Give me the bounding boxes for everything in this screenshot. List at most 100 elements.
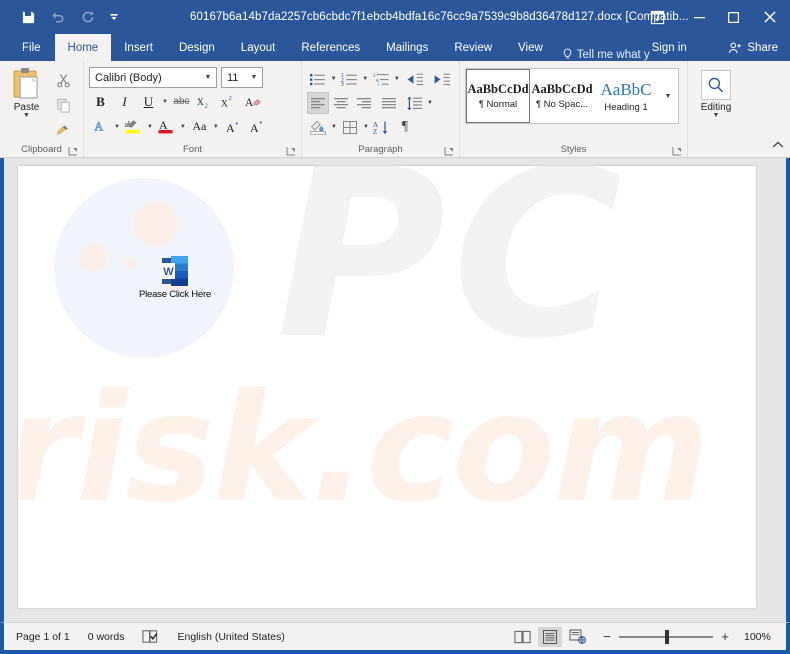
tab-home[interactable]: Home <box>54 34 112 61</box>
svg-text:3: 3 <box>341 82 344 87</box>
zoom-level[interactable]: 100% <box>744 631 778 643</box>
tab-review[interactable]: Review <box>441 34 505 61</box>
redo-icon[interactable] <box>74 5 102 29</box>
font-dialog-launcher-icon[interactable] <box>286 146 296 156</box>
tab-file[interactable]: File <box>8 34 55 61</box>
borders-button[interactable] <box>339 116 361 138</box>
shading-caret-icon[interactable]: ▼ <box>330 124 338 130</box>
clear-formatting-button[interactable]: A <box>242 90 265 113</box>
editing-button[interactable]: Editing ▼ <box>693 65 739 142</box>
word-count[interactable]: 0 words <box>88 631 125 643</box>
clipboard-dialog-launcher-icon[interactable] <box>68 146 78 156</box>
tab-design[interactable]: Design <box>166 34 228 61</box>
font-color-icon: A <box>158 118 173 134</box>
close-button[interactable] <box>750 0 790 34</box>
font-name-combobox[interactable]: Calibri (Body) ▼ <box>89 67 217 88</box>
watermark-dot-1 <box>133 202 177 246</box>
embedded-object[interactable]: W Please Click Here <box>130 256 220 300</box>
web-layout-button[interactable] <box>566 627 590 647</box>
styles-dialog-launcher-icon[interactable] <box>672 146 682 156</box>
multilevel-caret-icon[interactable]: ▼ <box>393 76 401 82</box>
tab-view[interactable]: View <box>505 34 556 61</box>
share-button[interactable]: Share <box>718 34 790 61</box>
tab-mailings[interactable]: Mailings <box>373 34 441 61</box>
paste-icon <box>13 68 38 99</box>
zoom-slider-thumb[interactable] <box>665 629 669 644</box>
style-no-spacing[interactable]: AaBbCcDd ¶ No Spac... <box>530 69 594 123</box>
language-status[interactable]: English (United States) <box>177 631 284 643</box>
change-case-button[interactable]: Aa <box>188 115 211 138</box>
styles-more-icon[interactable]: ▼ <box>658 69 678 123</box>
strikethrough-button[interactable]: abc <box>170 90 193 113</box>
subscript-button[interactable]: X2 <box>194 90 217 113</box>
highlight-caret-icon[interactable]: ▼ <box>146 124 154 130</box>
maximize-button[interactable] <box>716 0 750 34</box>
center-button[interactable] <box>330 92 352 114</box>
share-label: Share <box>747 41 778 54</box>
align-right-button[interactable] <box>353 92 375 114</box>
print-layout-button[interactable] <box>538 626 562 647</box>
shading-button[interactable] <box>307 116 329 138</box>
customize-qat-icon[interactable] <box>104 5 124 29</box>
increase-indent-button[interactable] <box>428 68 454 90</box>
line-spacing-caret-icon[interactable]: ▼ <box>426 100 434 106</box>
word-document-icon[interactable]: W <box>162 256 188 286</box>
multilevel-list-button[interactable]: 1ai <box>370 68 392 90</box>
numbering-button[interactable]: 123 <box>339 68 361 90</box>
editing-caret-icon[interactable]: ▼ <box>713 112 720 119</box>
undo-icon[interactable] <box>44 5 72 29</box>
underline-caret-icon[interactable]: ▼ <box>161 99 169 105</box>
document-page[interactable]: PC risk.com W Please Click Here <box>18 166 756 608</box>
page-count[interactable]: Page 1 of 1 <box>16 631 70 643</box>
collapse-ribbon-button[interactable] <box>772 140 784 153</box>
font-color-button[interactable]: A <box>155 115 178 138</box>
minimize-button[interactable] <box>682 0 716 34</box>
text-effects-caret-icon[interactable]: ▼ <box>113 124 121 130</box>
change-case-caret-icon[interactable]: ▼ <box>212 124 220 130</box>
proofing-status[interactable] <box>142 629 159 644</box>
superscript-button[interactable]: X2 <box>218 90 241 113</box>
style-normal[interactable]: AaBbCcDd ¶ Normal <box>466 69 530 123</box>
zoom-in-button[interactable]: + <box>720 629 730 644</box>
decrease-indent-button[interactable] <box>402 68 428 90</box>
align-left-button[interactable] <box>307 92 329 114</box>
font-size-combobox[interactable]: 11 ▼ <box>221 67 263 88</box>
tab-layout[interactable]: Layout <box>228 34 289 61</box>
paste-button[interactable]: Paste ▼ <box>5 65 48 142</box>
copy-icon[interactable] <box>51 94 75 116</box>
text-effects-button[interactable]: A <box>89 115 112 138</box>
zoom-slider[interactable] <box>619 629 713 644</box>
tab-insert[interactable]: Insert <box>111 34 166 61</box>
bold-button[interactable]: B <box>89 90 112 113</box>
grow-font-button[interactable]: A <box>221 115 244 138</box>
underline-button[interactable]: U <box>137 90 160 113</box>
bullets-caret-icon[interactable]: ▼ <box>330 76 338 82</box>
sort-button[interactable]: AZ <box>371 116 393 138</box>
borders-caret-icon[interactable]: ▼ <box>362 124 370 130</box>
save-icon[interactable] <box>14 5 42 29</box>
ribbon-display-options-icon[interactable] <box>638 0 676 34</box>
justify-button[interactable] <box>376 92 402 114</box>
zoom-out-button[interactable]: − <box>602 629 612 644</box>
svg-text:2: 2 <box>229 95 232 102</box>
sign-in-button[interactable]: Sign in <box>652 34 687 61</box>
svg-text:2: 2 <box>205 102 208 109</box>
paste-caret-icon[interactable]: ▼ <box>23 112 30 119</box>
shrink-font-button[interactable]: A <box>245 115 268 138</box>
tell-me-search[interactable]: Tell me what y <box>562 48 650 61</box>
read-mode-button[interactable] <box>510 627 534 647</box>
font-name-caret-icon[interactable]: ▼ <box>202 74 214 81</box>
bullets-button[interactable] <box>307 68 329 90</box>
style-heading-1[interactable]: AaBbC Heading 1 <box>594 69 658 123</box>
font-color-caret-icon[interactable]: ▼ <box>179 124 187 130</box>
line-spacing-button[interactable] <box>403 92 425 114</box>
numbering-caret-icon[interactable]: ▼ <box>361 76 369 82</box>
cut-icon[interactable] <box>51 69 75 91</box>
tab-references[interactable]: References <box>288 34 373 61</box>
italic-button[interactable]: I <box>113 90 136 113</box>
show-formatting-marks-button[interactable]: ¶ <box>394 116 416 138</box>
paragraph-dialog-launcher-icon[interactable] <box>444 146 454 156</box>
highlight-color-button[interactable]: ab <box>122 115 145 138</box>
format-painter-icon[interactable] <box>51 119 75 141</box>
font-size-caret-icon[interactable]: ▼ <box>248 74 260 81</box>
